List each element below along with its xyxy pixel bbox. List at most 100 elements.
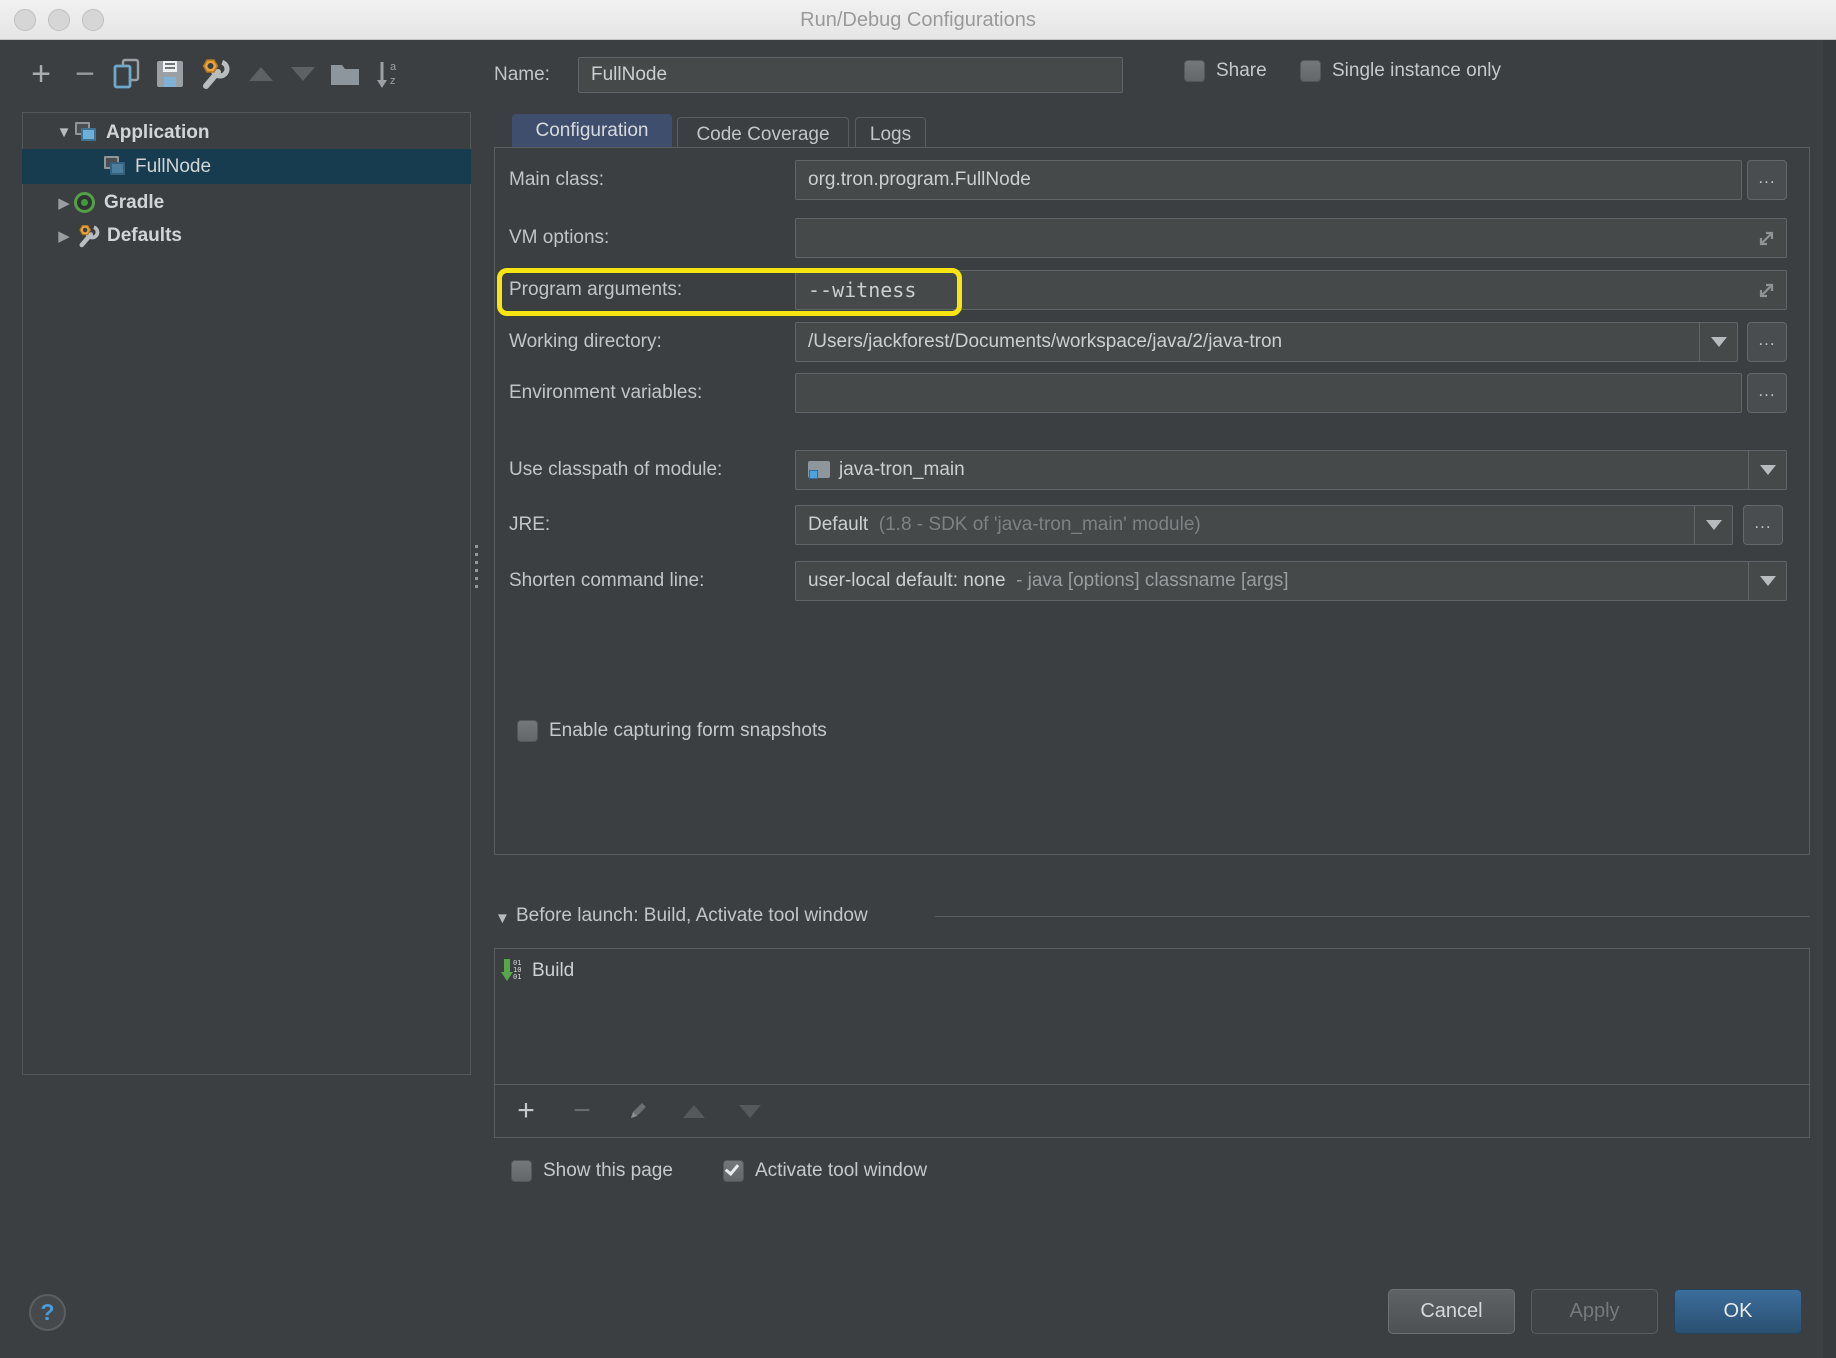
vm-options-label: VM options:: [509, 218, 609, 258]
move-up-button[interactable]: [242, 55, 280, 93]
vm-options-field[interactable]: [795, 218, 1787, 258]
defaults-wrench-icon: [74, 224, 100, 248]
cancel-button[interactable]: Cancel: [1388, 1289, 1515, 1334]
move-up-icon: [683, 1105, 705, 1118]
module-icon: [808, 461, 830, 480]
expand-field-icon[interactable]: [1755, 227, 1778, 250]
working-directory-value: /Users/jackforest/Documents/workspace/ja…: [808, 331, 1282, 352]
copy-icon: [112, 58, 142, 90]
sort-configurations-button[interactable]: a z: [368, 55, 406, 93]
single-instance-checkbox[interactable]: [1300, 60, 1321, 82]
chevron-right-icon[interactable]: ▶: [54, 194, 74, 212]
name-input[interactable]: [578, 57, 1123, 93]
move-down-icon: [739, 1105, 761, 1118]
before-launch-separator: [935, 916, 1810, 917]
plus-icon: +: [31, 55, 51, 93]
share-checkbox[interactable]: [1184, 60, 1205, 82]
working-directory-dropdown-button[interactable]: [1699, 323, 1737, 361]
apply-button[interactable]: Apply: [1531, 1289, 1658, 1334]
add-configuration-button[interactable]: +: [22, 55, 60, 93]
before-launch-move-down-button[interactable]: [735, 1105, 765, 1118]
before-launch-edit-button[interactable]: [623, 1099, 653, 1123]
tree-item-defaults[interactable]: ▶ Defaults: [22, 219, 471, 252]
program-arguments-value: --witness: [808, 278, 916, 302]
pencil-icon: [626, 1099, 650, 1123]
move-down-button[interactable]: [284, 55, 322, 93]
jre-label: JRE:: [509, 505, 550, 545]
main-class-field[interactable]: org.tron.program.FullNode: [795, 160, 1742, 200]
zoom-window-button[interactable]: [82, 9, 104, 31]
shorten-command-line-value: user-local default: none: [808, 570, 1006, 591]
environment-variables-field[interactable]: [795, 373, 1742, 413]
enable-capturing-checkbox-row[interactable]: Enable capturing form snapshots: [517, 720, 827, 742]
show-this-page-label: Show this page: [543, 1160, 673, 1182]
working-directory-browse-button[interactable]: ...: [1747, 322, 1787, 362]
plus-icon: +: [517, 1094, 535, 1128]
show-this-page-checkbox-row[interactable]: Show this page: [511, 1160, 673, 1182]
tree-item-gradle[interactable]: ▶ Gradle: [22, 186, 471, 219]
before-launch-collapse-toggle[interactable]: ▼: [495, 910, 510, 927]
ok-button[interactable]: OK: [1674, 1289, 1802, 1334]
show-this-page-checkbox[interactable]: [511, 1160, 532, 1182]
tree-item-label: Defaults: [107, 225, 182, 247]
run-debug-configurations-dialog: Run/Debug Configurations + −: [0, 0, 1836, 1358]
window-title: Run/Debug Configurations: [0, 0, 1836, 40]
activate-tool-window-checkbox-row[interactable]: Activate tool window: [723, 1160, 927, 1182]
copy-configuration-button[interactable]: [108, 55, 146, 93]
main-class-value: org.tron.program.FullNode: [808, 169, 1031, 190]
shorten-command-line-dropdown-button[interactable]: [1748, 562, 1786, 600]
gradle-icon: [74, 192, 95, 213]
enable-capturing-checkbox[interactable]: [517, 720, 538, 742]
close-window-button[interactable]: [14, 9, 36, 31]
before-launch-remove-button[interactable]: −: [567, 1094, 597, 1128]
enable-capturing-label: Enable capturing form snapshots: [549, 720, 827, 742]
tree-item-fullnode[interactable]: FullNode: [22, 149, 471, 184]
tab-logs[interactable]: Logs: [855, 117, 926, 148]
create-folder-button[interactable]: [326, 55, 364, 93]
shorten-command-line-combo[interactable]: user-local default: none - java [options…: [795, 561, 1787, 601]
before-launch-item-build[interactable]: 01 10 01 Build: [501, 954, 574, 988]
sort-alphabetically-icon: a z: [374, 58, 400, 90]
working-directory-field[interactable]: /Users/jackforest/Documents/workspace/ja…: [795, 322, 1738, 362]
use-classpath-label: Use classpath of module:: [509, 450, 722, 490]
use-classpath-combo[interactable]: java-tron_main: [795, 450, 1787, 490]
jre-dropdown-button[interactable]: [1694, 506, 1732, 544]
save-configuration-button[interactable]: [151, 55, 189, 93]
use-classpath-dropdown-button[interactable]: [1748, 451, 1786, 489]
jre-browse-button[interactable]: ...: [1743, 505, 1783, 545]
minimize-window-button[interactable]: [48, 9, 70, 31]
program-arguments-field[interactable]: --witness: [795, 270, 1787, 310]
environment-variables-label: Environment variables:: [509, 373, 702, 413]
chevron-down-icon: [1711, 337, 1727, 347]
before-launch-move-up-button[interactable]: [679, 1105, 709, 1118]
edit-defaults-button[interactable]: [194, 55, 232, 93]
application-icon: [74, 122, 98, 143]
splitter-handle[interactable]: [475, 545, 478, 591]
tab-code-coverage[interactable]: Code Coverage: [677, 117, 849, 148]
before-launch-header: Before launch: Build, Activate tool wind…: [516, 905, 868, 927]
main-class-browse-button[interactable]: ...: [1747, 160, 1787, 200]
folder-icon: [330, 62, 360, 86]
wrench-gear-icon: [196, 58, 230, 90]
chevron-down-icon[interactable]: ▼: [54, 124, 74, 141]
activate-tool-window-checkbox[interactable]: [723, 1160, 744, 1182]
program-arguments-label: Program arguments:: [509, 270, 682, 310]
name-label: Name:: [494, 57, 550, 93]
single-instance-checkbox-row[interactable]: Single instance only: [1300, 60, 1501, 82]
environment-variables-browse-button[interactable]: ...: [1747, 373, 1787, 413]
before-launch-list: 01 10 01 Build + −: [494, 948, 1810, 1138]
remove-configuration-button[interactable]: −: [66, 55, 104, 93]
tree-item-label: Gradle: [104, 192, 164, 214]
build-icon: 01 10 01: [501, 958, 523, 984]
share-checkbox-row[interactable]: Share: [1184, 60, 1267, 82]
expand-field-icon[interactable]: [1755, 279, 1778, 302]
before-launch-add-button[interactable]: +: [511, 1094, 541, 1128]
tab-configuration[interactable]: Configuration: [512, 114, 672, 148]
chevron-right-icon[interactable]: ▶: [54, 227, 74, 245]
help-button[interactable]: ?: [29, 1294, 66, 1331]
share-label: Share: [1216, 60, 1267, 82]
checkmark-icon: [725, 1161, 739, 1176]
jre-combo[interactable]: Default (1.8 - SDK of 'java-tron_main' m…: [795, 505, 1733, 545]
move-up-icon: [249, 67, 273, 81]
tree-item-application[interactable]: ▼ Application: [22, 116, 471, 149]
